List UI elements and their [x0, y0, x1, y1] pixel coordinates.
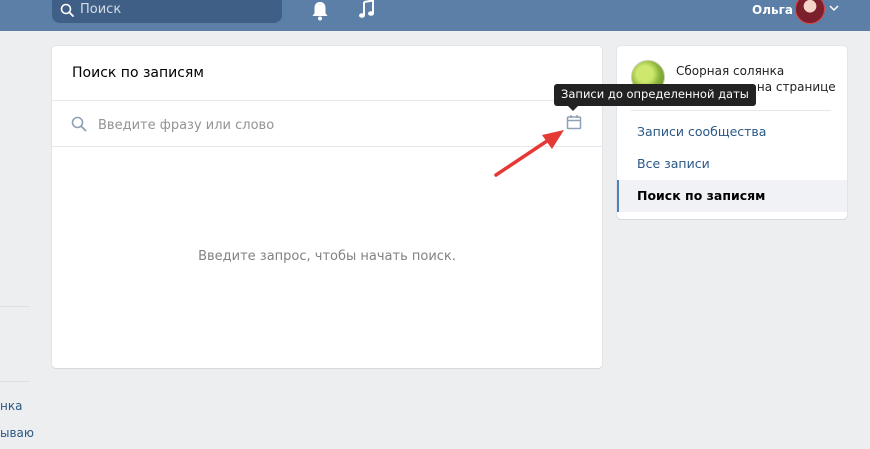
header-search-placeholder: Поиск — [80, 2, 122, 17]
community-sidebar: Сборная солянка вконтакте и на странице … — [617, 46, 847, 219]
chevron-down-icon[interactable] — [829, 4, 839, 12]
empty-state-message: Введите запрос, чтобы начать поиск. — [198, 249, 456, 264]
left-link-fragment[interactable]: нка — [0, 399, 22, 413]
search-card: Поиск по записям Введите запрос, чтобы н… — [52, 46, 602, 368]
divider — [52, 100, 602, 101]
left-divider — [0, 381, 30, 382]
avatar[interactable] — [795, 0, 825, 24]
search-input[interactable] — [98, 116, 548, 134]
divider — [631, 110, 831, 111]
sidebar-item-community-posts[interactable]: Записи сообщества — [617, 116, 847, 148]
music-icon[interactable] — [358, 0, 376, 20]
bell-icon[interactable] — [311, 1, 329, 21]
calendar-tooltip: Записи до определенной даты — [554, 84, 756, 111]
sidebar-item-all-posts[interactable]: Все записи — [617, 148, 847, 180]
left-divider — [0, 306, 30, 307]
page-title: Поиск по записям — [72, 65, 204, 81]
search-icon — [60, 3, 74, 17]
left-link-fragment[interactable]: ываю — [0, 426, 34, 440]
sidebar-item-search-posts[interactable]: Поиск по записям — [617, 180, 847, 212]
search-icon — [71, 116, 87, 132]
header-search-box[interactable]: Поиск — [52, 0, 282, 23]
annotation-arrow-icon — [494, 130, 564, 177]
username[interactable]: Ольга — [752, 3, 793, 17]
top-header: Поиск Ольга — [0, 0, 870, 31]
